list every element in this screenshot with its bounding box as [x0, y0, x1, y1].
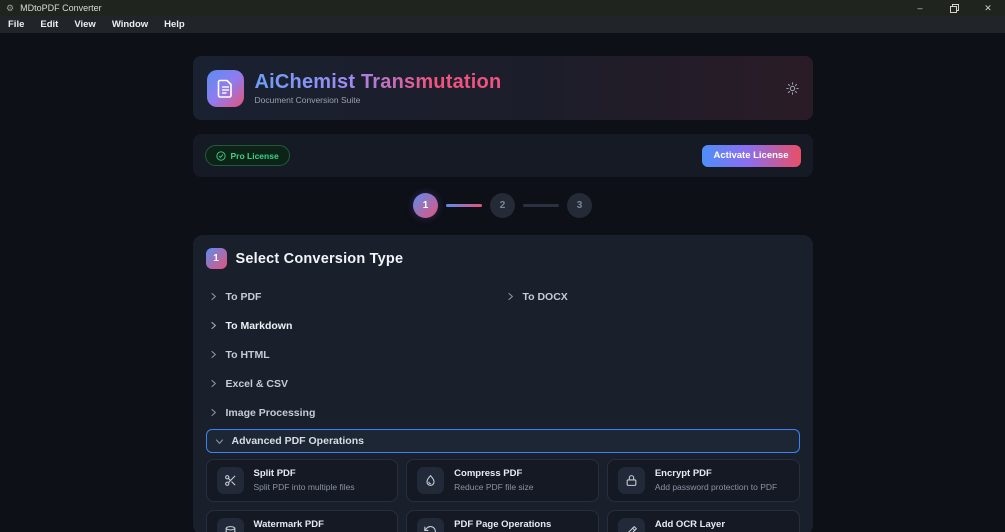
category-label: To PDF [225, 290, 262, 303]
scissors-icon [216, 467, 244, 494]
category-label: Advanced PDF Operations [231, 435, 364, 447]
license-bar: Pro License Activate License [192, 134, 813, 177]
chevron-right-icon [210, 321, 216, 330]
category-image-processing[interactable]: Image Processing [206, 398, 800, 427]
step-1-indicator[interactable]: 1 [413, 193, 438, 218]
step-connector [523, 204, 559, 207]
step-2-indicator[interactable]: 2 [490, 193, 515, 218]
chevron-right-icon [507, 292, 513, 301]
pen-icon [617, 518, 645, 532]
theme-toggle-button[interactable] [785, 81, 799, 95]
app-header-banner: AiChemist Transmutation Document Convers… [192, 56, 813, 120]
menu-window[interactable]: Window [112, 19, 148, 30]
category-to-docx[interactable]: To DOCX [503, 282, 800, 311]
license-badge-label: Pro License [230, 150, 279, 161]
category-label: To Markdown [225, 319, 293, 332]
operation-description: Add password protection to PDF [654, 481, 778, 492]
rotate-ccw-icon [417, 518, 445, 532]
restore-button[interactable] [937, 0, 971, 16]
document-icon [217, 79, 232, 98]
activate-license-button[interactable]: Activate License [701, 144, 801, 167]
menu-file[interactable]: File [8, 19, 24, 30]
chevron-down-icon [215, 438, 223, 444]
operation-title: Encrypt PDF [654, 468, 712, 480]
main-area: AiChemist Transmutation Document Convers… [0, 33, 1005, 532]
layers-icon [216, 518, 244, 532]
step-connector-active [446, 204, 482, 207]
menu-bar: File Edit View Window Help [0, 16, 1005, 33]
sun-icon [785, 81, 799, 95]
operation-add-ocr-layer[interactable]: Add OCR Layer Add invisible text layer t… [606, 510, 800, 532]
license-status-badge: Pro License [204, 145, 290, 166]
conversion-type-panel: 1 Select Conversion Type To PDF To DOCX [192, 235, 813, 532]
menu-help[interactable]: Help [164, 19, 185, 30]
minimize-button[interactable]: – [903, 0, 937, 16]
operation-pdf-page-operations[interactable]: PDF Page Operations Extract, rotate, or … [406, 510, 599, 532]
menu-edit[interactable]: Edit [40, 19, 58, 30]
chevron-right-icon [210, 408, 216, 417]
category-label: Excel & CSV [225, 377, 288, 390]
droplet-icon [417, 467, 445, 494]
category-to-html[interactable]: To HTML [206, 340, 800, 369]
window-title: MDtoPDF Converter [20, 3, 102, 13]
chevron-right-icon [210, 379, 216, 388]
lock-icon [617, 467, 645, 494]
category-to-pdf[interactable]: To PDF [206, 282, 503, 311]
wizard-stepper: 1 2 3 [193, 193, 813, 218]
chevron-right-icon [210, 292, 216, 301]
section-step-badge: 1 [205, 248, 227, 269]
category-label: To DOCX [522, 290, 568, 303]
app-subtitle: Document Conversion Suite [254, 95, 361, 105]
operation-compress-pdf[interactable]: Compress PDF Reduce PDF file size [406, 459, 599, 502]
check-circle-icon [215, 150, 226, 161]
section-title: Select Conversion Type [235, 250, 404, 267]
window-titlebar: ⚙ MDtoPDF Converter – ✕ [0, 0, 1005, 16]
operation-title: PDF Page Operations [454, 519, 552, 531]
operation-watermark-pdf[interactable]: Watermark PDF Add watermarks to PDF [205, 510, 399, 532]
category-label: Image Processing [225, 406, 316, 419]
operation-title: Watermark PDF [253, 519, 324, 531]
step-3-indicator[interactable]: 3 [567, 193, 592, 218]
menu-view[interactable]: View [74, 19, 95, 30]
chevron-right-icon [210, 350, 216, 359]
category-to-markdown[interactable]: To Markdown [206, 311, 800, 340]
operations-grid: Split PDF Split PDF into multiple files … [205, 459, 800, 532]
category-excel-csv[interactable]: Excel & CSV [206, 369, 800, 398]
close-button[interactable]: ✕ [971, 0, 1005, 16]
operation-title: Compress PDF [454, 468, 523, 480]
app-title: AiChemist Transmutation [254, 71, 502, 93]
category-label: To HTML [225, 348, 270, 361]
operation-description: Reduce PDF file size [454, 481, 534, 492]
operation-title: Split PDF [253, 468, 296, 480]
operation-title: Add OCR Layer [654, 519, 726, 531]
operation-encrypt-pdf[interactable]: Encrypt PDF Add password protection to P… [606, 459, 800, 502]
operation-description: Split PDF into multiple files [253, 481, 355, 492]
app-gear-icon: ⚙ [6, 2, 15, 13]
category-advanced-pdf-operations[interactable]: Advanced PDF Operations [205, 429, 800, 453]
restore-icon [949, 3, 959, 13]
app-logo [206, 69, 244, 107]
operation-split-pdf[interactable]: Split PDF Split PDF into multiple files [205, 459, 399, 502]
